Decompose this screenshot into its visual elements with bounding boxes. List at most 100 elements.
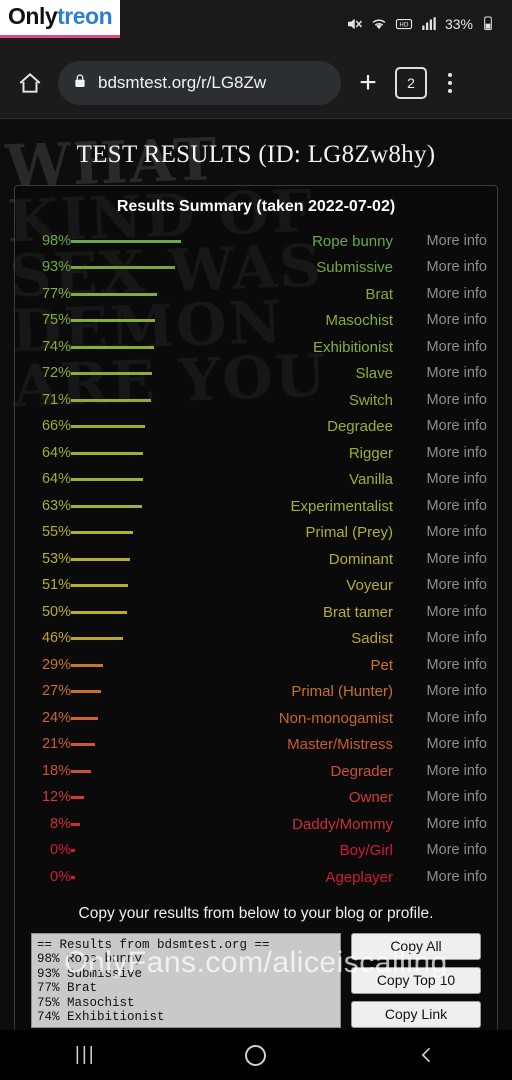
result-percent: 29% <box>41 656 71 673</box>
more-info-link[interactable]: More info <box>393 546 487 573</box>
result-percent: 27% <box>41 683 71 700</box>
result-label: Pet <box>370 656 393 674</box>
more-info-link[interactable]: More info <box>393 520 487 547</box>
result-label: Slave <box>355 365 393 383</box>
signal-icon <box>420 15 438 33</box>
copy-link-button[interactable]: Copy Link <box>351 1000 481 1028</box>
table-row: 21% Master/Mistress More info <box>25 732 487 759</box>
more-info-link[interactable]: More info <box>393 361 487 388</box>
result-label: Voyeur <box>346 577 393 595</box>
recents-button[interactable]: ||| <box>55 1035 115 1075</box>
table-row: 27% Primal (Hunter) More info <box>25 679 487 706</box>
more-info-link[interactable]: More info <box>393 864 487 891</box>
result-percent: 18% <box>41 762 71 779</box>
result-bar <box>71 626 187 653</box>
more-info-link[interactable]: More info <box>393 785 487 812</box>
copy-row: == Results from bdsmtest.org == 98% Rope… <box>25 932 487 1028</box>
result-label: Exhibitionist <box>312 338 393 356</box>
table-row: 53% Dominant More info <box>25 546 487 573</box>
results-summary-title: Results Summary (taken 2022-07-02) <box>116 198 396 215</box>
result-percent: 53% <box>41 550 71 567</box>
overflow-menu-icon[interactable] <box>437 66 463 100</box>
result-percent: 12% <box>41 789 71 806</box>
more-info-link[interactable]: More info <box>393 414 487 441</box>
table-row: 0% Ageplayer More info <box>25 864 487 891</box>
result-bar <box>71 705 187 732</box>
new-tab-button[interactable]: + <box>351 66 385 100</box>
table-row: 29% Pet More info <box>25 652 487 679</box>
url-text: bdsmtest.org/r/LG8Zw <box>98 73 267 92</box>
more-info-link[interactable]: More info <box>393 228 487 255</box>
result-label: Dominant <box>328 550 393 568</box>
result-bar <box>71 838 187 865</box>
table-row: 77% Brat More info <box>25 281 487 308</box>
more-info-link[interactable]: More info <box>393 334 487 361</box>
result-bar <box>71 546 187 573</box>
result-label: Rigger <box>348 444 393 462</box>
result-label: Brat tamer <box>322 603 393 621</box>
results-textarea[interactable]: == Results from bdsmtest.org == 98% Rope… <box>31 932 341 1028</box>
more-info-link[interactable]: More info <box>393 599 487 626</box>
battery-icon <box>480 15 498 33</box>
url-bar[interactable]: bdsmtest.org/r/LG8Zw <box>58 61 341 105</box>
home-icon[interactable] <box>12 65 48 101</box>
table-row: 51% Voyeur More info <box>25 573 487 600</box>
more-info-link[interactable]: More info <box>393 387 487 414</box>
result-bar <box>71 520 187 547</box>
more-info-link[interactable]: More info <box>393 679 487 706</box>
result-percent: 71% <box>41 391 71 408</box>
result-label: Boy/Girl <box>339 842 393 860</box>
result-bar <box>71 281 187 308</box>
status-bar: Onlytreon HD 33% <box>0 0 512 48</box>
result-bar <box>71 255 187 282</box>
table-row: 98% Rope bunny More info <box>25 228 487 255</box>
result-label: Switch <box>348 391 393 409</box>
result-bar <box>71 785 187 812</box>
more-info-link[interactable]: More info <box>393 838 487 865</box>
more-info-link[interactable]: More info <box>393 705 487 732</box>
result-label: Submissive <box>316 259 393 277</box>
more-info-link[interactable]: More info <box>393 732 487 759</box>
more-info-link[interactable]: More info <box>393 493 487 520</box>
result-percent: 0% <box>50 868 71 885</box>
more-info-link[interactable]: More info <box>393 440 487 467</box>
copy-all-button[interactable]: Copy All <box>351 932 481 960</box>
result-label: Non-monogamist <box>278 709 393 727</box>
battery-percent: 33% <box>444 16 473 32</box>
result-percent: 74% <box>41 338 71 355</box>
more-info-link[interactable]: More info <box>393 626 487 653</box>
status-bar-right: HD 33% <box>345 15 498 33</box>
more-info-link[interactable]: More info <box>393 281 487 308</box>
table-row: 75% Masochist More info <box>25 308 487 335</box>
copy-instruction: Copy your results from below to your blo… <box>78 904 434 922</box>
table-row: 12% Owner More info <box>25 785 487 812</box>
result-bar <box>71 811 187 838</box>
result-label: Primal (Hunter) <box>291 683 393 701</box>
more-info-link[interactable]: More info <box>393 255 487 282</box>
result-percent: 21% <box>41 736 71 753</box>
home-circle-icon[interactable] <box>226 1035 286 1075</box>
back-chevron-icon[interactable] <box>397 1035 457 1075</box>
result-percent: 75% <box>41 312 71 329</box>
more-info-link[interactable]: More info <box>393 467 487 494</box>
tab-count-button[interactable]: 2 <box>395 67 427 99</box>
table-row: 71% Switch More info <box>25 387 487 414</box>
more-info-link[interactable]: More info <box>393 652 487 679</box>
result-percent: 8% <box>50 815 71 832</box>
table-row: 50% Brat tamer More info <box>25 599 487 626</box>
more-info-link[interactable]: More info <box>393 573 487 600</box>
result-percent: 98% <box>41 232 71 249</box>
result-percent: 24% <box>41 709 71 726</box>
result-bar <box>71 467 187 494</box>
more-info-link[interactable]: More info <box>393 811 487 838</box>
copy-top-10-button[interactable]: Copy Top 10 <box>351 966 481 994</box>
table-row: 24% Non-monogamist More info <box>25 705 487 732</box>
more-info-link[interactable]: More info <box>393 758 487 785</box>
result-bar <box>71 228 187 255</box>
watermark-top-a: Only <box>8 3 58 29</box>
android-nav-bar: ||| <box>0 1030 512 1080</box>
result-label: Sadist <box>351 630 393 648</box>
result-percent: 46% <box>41 630 71 647</box>
more-info-link[interactable]: More info <box>393 308 487 335</box>
table-row: 63% Experimentalist More info <box>25 493 487 520</box>
